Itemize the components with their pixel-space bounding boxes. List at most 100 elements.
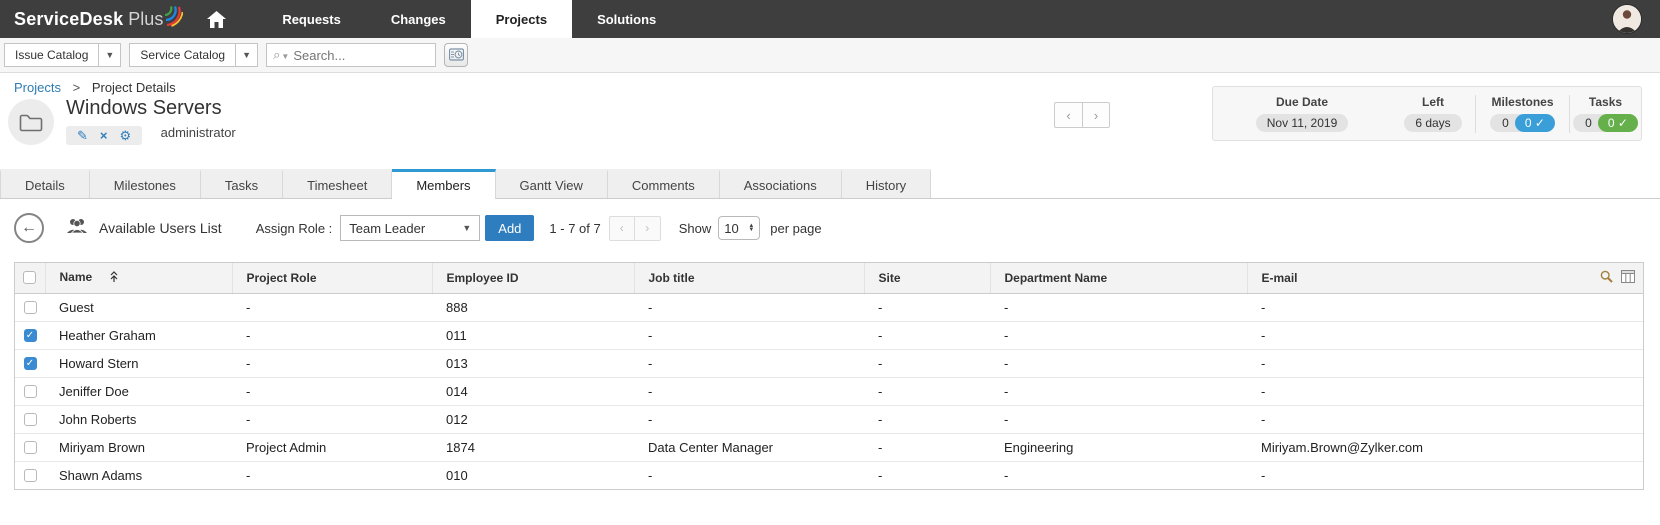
table-row[interactable]: John Roberts-012----	[15, 405, 1643, 433]
row-checkbox[interactable]	[24, 301, 37, 314]
table-header-row: Name Project Role Employee ID Job title …	[15, 263, 1643, 293]
breadcrumb-current: Project Details	[92, 80, 176, 95]
nav-item-solutions[interactable]: Solutions	[572, 0, 681, 38]
recent-items-icon[interactable]	[444, 43, 468, 67]
brand-name: ServiceDesk	[14, 9, 123, 30]
prev-page-button[interactable]: ‹	[609, 216, 635, 241]
back-button[interactable]: ←	[14, 213, 44, 243]
main-nav: RequestsChangesProjectsSolutions	[257, 0, 681, 38]
project-pager: ‹ ›	[1054, 102, 1110, 128]
row-checkbox[interactable]	[24, 385, 37, 398]
sort-ascending-icon[interactable]	[110, 271, 118, 285]
column-header-name[interactable]: Name	[45, 263, 232, 293]
cell-email: -	[1247, 461, 1643, 489]
list-title: Available Users List	[99, 220, 222, 236]
days-left-value: 6 days	[1404, 114, 1461, 132]
due-date-section: Due Date Nov 11, 2019	[1213, 95, 1391, 133]
column-header-email[interactable]: E-mail	[1247, 263, 1643, 293]
table-row[interactable]: Jeniffer Doe-014----	[15, 377, 1643, 405]
search-input[interactable]	[293, 48, 403, 63]
milestones-label: Milestones	[1490, 95, 1555, 109]
service-catalog-dropdown[interactable]: Service Catalog ▼	[129, 43, 258, 67]
row-checkbox[interactable]: ✓	[24, 357, 37, 370]
column-header-site[interactable]: Site	[864, 263, 990, 293]
gear-icon[interactable]: ⚙	[120, 129, 132, 142]
tab-associations[interactable]: Associations	[720, 169, 842, 198]
column-header-job-title[interactable]: Job title	[634, 263, 864, 293]
cell-name: Howard Stern	[45, 349, 232, 377]
cell-project-role: -	[232, 405, 432, 433]
search-scope-chevron-icon[interactable]: ▼	[281, 52, 289, 61]
folder-icon	[19, 113, 43, 132]
users-group-icon	[66, 218, 90, 239]
cell-employee-id: 012	[432, 405, 634, 433]
issue-catalog-dropdown[interactable]: Issue Catalog ▼	[4, 43, 121, 67]
edit-icon[interactable]: ✎	[77, 129, 88, 142]
nav-item-projects[interactable]: Projects	[471, 0, 572, 38]
cell-name: John Roberts	[45, 405, 232, 433]
tab-comments[interactable]: Comments	[608, 169, 720, 198]
nav-item-requests[interactable]: Requests	[257, 0, 366, 38]
nav-item-changes[interactable]: Changes	[366, 0, 471, 38]
next-page-button[interactable]: ›	[635, 216, 661, 241]
column-header-department[interactable]: Department Name	[990, 263, 1247, 293]
assign-role-value: Team Leader	[349, 221, 425, 236]
members-toolbar: ← Available Users List Assign Role : Tea…	[0, 199, 1660, 257]
milestones-section: Milestones 0 0 ✓	[1475, 95, 1569, 133]
row-checkbox[interactable]: ✓	[24, 329, 37, 342]
prev-project-button[interactable]: ‹	[1054, 102, 1082, 128]
chevron-down-icon: ▼	[235, 44, 257, 66]
table-row[interactable]: ✓Howard Stern-013----	[15, 349, 1643, 377]
tab-history[interactable]: History	[842, 169, 931, 198]
chevron-down-icon: ▼	[98, 44, 120, 66]
cell-site: -	[864, 461, 990, 489]
assign-role-label: Assign Role :	[256, 221, 333, 236]
close-icon[interactable]: ×	[100, 129, 108, 142]
pagination-range: 1 - 7 of 7	[549, 221, 600, 236]
tab-timesheet[interactable]: Timesheet	[283, 169, 392, 198]
breadcrumb-projects-link[interactable]: Projects	[14, 80, 61, 95]
cell-email: -	[1247, 377, 1643, 405]
cell-employee-id: 014	[432, 377, 634, 405]
tab-details[interactable]: Details	[0, 169, 90, 198]
tab-tasks[interactable]: Tasks	[201, 169, 283, 198]
column-header-project-role[interactable]: Project Role	[232, 263, 432, 293]
search-icon[interactable]: ⌕	[273, 47, 280, 63]
column-search-icon[interactable]	[1600, 270, 1613, 283]
row-checkbox[interactable]	[24, 413, 37, 426]
row-checkbox-cell	[15, 405, 45, 433]
cell-project-role: -	[232, 461, 432, 489]
table-row[interactable]: Miriyam BrownProject Admin1874Data Cente…	[15, 433, 1643, 461]
table-row[interactable]: Guest-888----	[15, 293, 1643, 321]
project-owner: administrator	[161, 125, 236, 140]
cell-site: -	[864, 321, 990, 349]
chevron-down-icon: ▼	[462, 223, 471, 233]
select-all-checkbox[interactable]	[23, 271, 36, 284]
home-tab[interactable]	[193, 0, 239, 38]
table-row[interactable]: ✓Heather Graham-011----	[15, 321, 1643, 349]
cell-job-title: -	[634, 349, 864, 377]
cell-job-title: Data Center Manager	[634, 433, 864, 461]
cell-name: Jeniffer Doe	[45, 377, 232, 405]
milestones-closed-count: 0 ✓	[1515, 114, 1555, 132]
due-date-label: Due Date	[1256, 95, 1349, 109]
cell-employee-id: 888	[432, 293, 634, 321]
next-project-button[interactable]: ›	[1082, 102, 1110, 128]
row-checkbox[interactable]	[24, 441, 37, 454]
user-avatar[interactable]	[1612, 4, 1642, 34]
assign-role-select[interactable]: Team Leader ▼	[340, 215, 480, 241]
tab-milestones[interactable]: Milestones	[90, 169, 201, 198]
pagination: ‹ ›	[609, 216, 661, 241]
tab-gantt-view[interactable]: Gantt View	[496, 169, 608, 198]
cell-site: -	[864, 405, 990, 433]
add-button[interactable]: Add	[485, 215, 534, 241]
days-left-section: Left 6 days	[1391, 95, 1475, 133]
column-chooser-icon[interactable]	[1621, 270, 1635, 283]
cell-employee-id: 013	[432, 349, 634, 377]
table-row[interactable]: Shawn Adams-010----	[15, 461, 1643, 489]
cell-employee-id: 010	[432, 461, 634, 489]
tab-members[interactable]: Members	[392, 169, 495, 199]
page-size-select[interactable]: 10 ▲▼	[718, 216, 760, 240]
column-header-employee-id[interactable]: Employee ID	[432, 263, 634, 293]
row-checkbox[interactable]	[24, 469, 37, 482]
